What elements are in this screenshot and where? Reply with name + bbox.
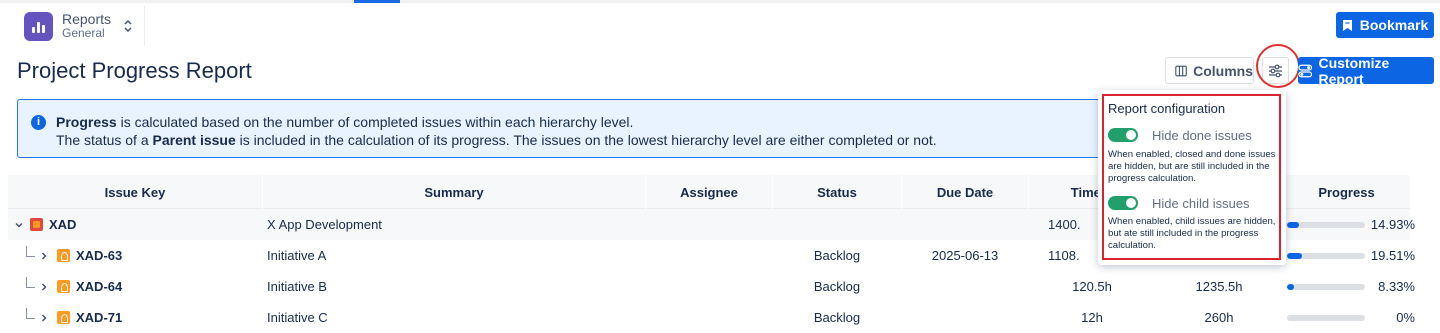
app-name: Reports — [62, 10, 112, 27]
hide-done-help: When enabled, closed and done issues are… — [1108, 149, 1276, 184]
info-line-2: The status of a Parent issue is included… — [56, 132, 937, 148]
progress-bar — [1287, 252, 1365, 259]
progress-cell: 19.51% — [1287, 240, 1415, 271]
issue-key[interactable]: XAD-71 — [76, 310, 122, 325]
progress-bar — [1287, 314, 1365, 321]
progress-cell: 14.93% — [1287, 209, 1415, 240]
app-subtitle: General — [62, 26, 105, 41]
summary-cell: Initiative C — [267, 310, 328, 325]
info-term-progress: Progress — [56, 114, 117, 130]
popup-title: Report configuration — [1108, 101, 1226, 116]
table-row[interactable]: XAD-71 Initiative C Backlog 12h 260h 0% — [8, 302, 1415, 333]
bookmark-label: Bookmark — [1359, 17, 1429, 33]
tree-connector — [26, 308, 35, 319]
chevron-right-icon — [41, 282, 47, 291]
column-header-status[interactable]: Status — [773, 175, 901, 209]
column-header-assignee[interactable]: Assignee — [646, 175, 772, 209]
column-header-progress[interactable]: Progress — [1283, 175, 1410, 209]
time-spent-cell: 1400. — [1048, 217, 1081, 232]
info-line-1: Progress is calculated based on the numb… — [56, 114, 633, 130]
hide-child-toggle[interactable] — [1108, 196, 1138, 210]
info-text: is calculated based on the number of com… — [116, 114, 634, 130]
time-spent-cell: 1108. — [1048, 248, 1080, 263]
estimate-cell: 260h — [1204, 310, 1234, 325]
highlight-circle — [1256, 44, 1300, 88]
chevron-down-icon — [15, 222, 23, 228]
info-text: is included in the calculation of its pr… — [235, 132, 937, 148]
customize-label: Customize Report — [1318, 54, 1390, 87]
progress-cell: 0% — [1287, 302, 1415, 333]
info-banner: i Progress is calculated based on the nu… — [17, 99, 1118, 158]
bar-chart-icon — [24, 11, 53, 41]
chevron-right-icon — [41, 251, 47, 260]
app-names: Reports General — [62, 10, 112, 41]
progress-percent: 19.51% — [1370, 248, 1415, 263]
app-switcher[interactable]: Reports General — [14, 6, 145, 46]
columns-icon — [1175, 65, 1187, 76]
expand-toggle[interactable] — [38, 240, 50, 271]
chevron-right-icon — [41, 313, 47, 322]
page-title: Project Progress Report — [17, 58, 252, 83]
column-header-issue-key[interactable]: Issue Key — [8, 175, 262, 209]
customize-report-button[interactable]: Customize Report — [1298, 54, 1434, 87]
initiative-icon — [57, 249, 70, 262]
column-header-summary[interactable]: Summary — [263, 175, 645, 209]
progress-bar — [1287, 221, 1365, 228]
status-cell: Backlog — [813, 279, 861, 294]
due-date-cell: 2025-06-13 — [931, 248, 999, 263]
hide-done-label: Hide done issues — [1152, 128, 1252, 143]
progress-percent: 0% — [1396, 310, 1415, 325]
progress-percent: 8.33% — [1378, 279, 1415, 294]
columns-label: Columns — [1193, 62, 1253, 79]
bookmark-button[interactable]: Bookmark — [1336, 12, 1434, 38]
info-icon: i — [31, 115, 46, 130]
table-row[interactable]: XAD-64 Initiative B Backlog 120.5h 1235.… — [8, 271, 1415, 302]
time-spent-cell: 120.5h — [1072, 279, 1112, 294]
tree-connector — [26, 277, 35, 288]
progress-bar-fill — [1287, 221, 1299, 228]
status-cell: Backlog — [813, 310, 861, 325]
info-text: The status of a — [56, 132, 153, 148]
issue-key[interactable]: XAD-63 — [76, 248, 122, 263]
progress-bar — [1287, 283, 1365, 290]
tree-connector — [26, 246, 35, 257]
issue-key-cell: XAD — [30, 209, 76, 240]
summary-cell: X App Development — [267, 217, 382, 232]
progress-percent: 14.93% — [1370, 217, 1415, 232]
progress-bar-fill — [1287, 283, 1295, 290]
bookmark-icon — [1342, 19, 1352, 31]
summary-cell: Initiative A — [267, 248, 327, 263]
issue-key-cell: XAD-71 — [57, 302, 122, 333]
issue-key[interactable]: XAD — [49, 217, 76, 232]
expand-toggle[interactable] — [38, 271, 50, 302]
initiative-icon — [57, 311, 70, 324]
time-spent-cell: 12h — [1081, 310, 1103, 325]
progress-cell: 8.33% — [1287, 271, 1415, 302]
estimate-cell: 1235.5h — [1195, 279, 1243, 294]
top-rule — [0, 0, 1440, 3]
toggles-icon — [1298, 64, 1313, 77]
column-header-due-date[interactable]: Due Date — [902, 175, 1028, 209]
info-term-parent: Parent issue — [152, 132, 236, 148]
status-cell: Backlog — [813, 248, 861, 263]
active-tab-indicator — [354, 0, 400, 3]
issue-key[interactable]: XAD-64 — [76, 279, 122, 294]
issue-key-cell: XAD-63 — [57, 240, 122, 271]
chevron-up-down-icon — [124, 19, 132, 33]
columns-button[interactable]: Columns — [1165, 57, 1254, 84]
hide-child-help: When enabled, child issues are hidden, b… — [1108, 216, 1276, 251]
progress-bar-fill — [1287, 252, 1303, 259]
hide-done-toggle[interactable] — [1108, 128, 1138, 142]
issue-key-cell: XAD-64 — [57, 271, 122, 302]
initiative-icon — [57, 280, 70, 293]
collapse-toggle[interactable] — [13, 209, 25, 240]
summary-cell: Initiative B — [267, 279, 327, 294]
hide-child-label: Hide child issues — [1152, 196, 1250, 211]
expand-toggle[interactable] — [38, 302, 50, 333]
epic-icon — [30, 218, 43, 231]
